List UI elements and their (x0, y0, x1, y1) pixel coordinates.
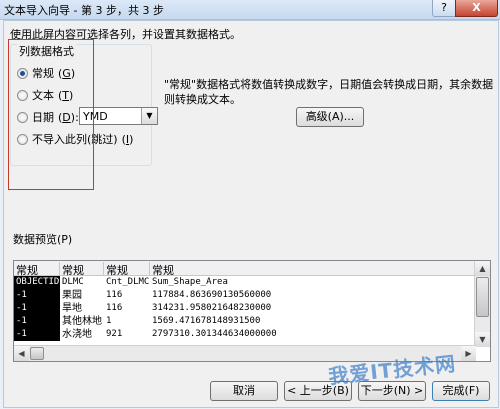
dialog-body: 使用此屏内容可选择各列，并设置其数据格式。 列数据格式 常规 (G) 文本 (T) … (3, 20, 499, 408)
date-format-value: YMD (83, 110, 108, 123)
vertical-scroll-thumb[interactable] (476, 277, 489, 317)
column-header[interactable]: 常规 (60, 262, 104, 277)
table-cell[interactable]: 314231.958021648230000 (150, 302, 460, 315)
dropdown-arrow-icon[interactable]: ▼ (141, 108, 157, 124)
radio-date-label: 日期 (32, 111, 54, 124)
radio-skip-label: 不导入此列(跳过) (32, 133, 118, 146)
table-cell[interactable]: Cnt_DLMC (104, 276, 150, 289)
radio-general[interactable]: 常规 (G) (17, 65, 75, 81)
next-button[interactable]: 下一步(N) > (358, 381, 426, 401)
table-cell[interactable]: 旱地 (60, 302, 104, 315)
cancel-button[interactable]: 取消 (210, 381, 278, 401)
column-header[interactable]: 常规 (14, 262, 60, 277)
radio-date-key: D (62, 110, 71, 124)
format-description: "常规"数据格式将数值转换成数字，日期值会转换成日期，其余数据则转换成文本。 (164, 78, 494, 106)
table-cell[interactable]: 2797310.301344634000000 (150, 328, 460, 341)
help-button[interactable]: ? (432, 0, 456, 17)
column-format-group: 列数据格式 常规 (G) 文本 (T) 日期 (D): YMD ▼ 不导入此列(跳过)… (10, 43, 158, 166)
finish-button[interactable]: 完成(F) (432, 381, 490, 401)
data-preview-grid: 常规 常规 常规 常规 OBJECTID DLMC Cnt_DLMC Sum_S… (13, 260, 491, 362)
radio-general-key: G (62, 66, 71, 80)
radio-text-key: T (62, 88, 70, 102)
table-row: -1 其他林地 1 1569.471678148931500 (14, 315, 474, 328)
radio-text[interactable]: 文本 (T) (17, 87, 73, 103)
radio-date[interactable]: 日期 (D): (17, 109, 79, 125)
advanced-button[interactable]: 高级(A)... (296, 107, 364, 127)
table-cell[interactable]: 116 (104, 289, 150, 302)
radio-date-circle[interactable] (17, 111, 28, 123)
date-format-select[interactable]: YMD ▼ (79, 107, 158, 125)
instruction-text: 使用此屏内容可选择各列，并设置其数据格式。 (10, 28, 241, 41)
table-row: OBJECTID DLMC Cnt_DLMC Sum_Shape_Area (14, 276, 474, 289)
radio-text-circle[interactable] (17, 89, 28, 101)
table-cell[interactable]: DLMC (60, 276, 104, 289)
table-cell[interactable]: 116 (104, 302, 150, 315)
horizontal-scroll-thumb[interactable] (30, 347, 44, 360)
radio-skip-key: I (125, 132, 130, 146)
table-cell[interactable]: 117884.863690130560000 (150, 289, 460, 302)
data-preview-label: 数据预览(P) (13, 233, 73, 246)
radio-general-circle[interactable] (17, 67, 28, 79)
preview-header-row: 常规 常规 常规 常规 (14, 261, 474, 277)
radio-general-label: 常规 (32, 67, 54, 80)
table-cell[interactable]: -1 (14, 328, 60, 341)
radio-text-label: 文本 (32, 89, 54, 102)
vertical-scrollbar[interactable]: ▲ ▼ (474, 261, 490, 347)
table-row: -1 旱地 116 314231.958021648230000 (14, 302, 474, 315)
radio-skip[interactable]: 不导入此列(跳过) (I) (17, 131, 133, 147)
column-header[interactable]: 常规 (150, 262, 474, 277)
scroll-up-icon[interactable]: ▲ (475, 261, 490, 276)
scroll-left-icon[interactable]: ◀ (14, 346, 29, 361)
title-bar: 文本导入向导 - 第 3 步，共 3 步 ? X (0, 0, 500, 20)
table-cell[interactable]: 1569.471678148931500 (150, 315, 460, 328)
back-button[interactable]: < 上一步(B) (284, 381, 352, 401)
table-row: -1 水浇地 921 2797310.301344634000000 (14, 328, 474, 341)
table-cell[interactable]: -1 (14, 302, 60, 315)
table-cell[interactable]: 1 (104, 315, 150, 328)
table-cell[interactable]: Sum_Shape_Area (150, 276, 460, 289)
scroll-down-icon[interactable]: ▼ (475, 332, 490, 347)
scroll-right-icon[interactable]: ▶ (461, 346, 476, 361)
table-row: -1 果园 116 117884.863690130560000 (14, 289, 474, 302)
table-cell[interactable]: 果园 (60, 289, 104, 302)
radio-skip-circle[interactable] (17, 133, 28, 145)
column-format-legend: 列数据格式 (17, 43, 76, 59)
horizontal-scrollbar[interactable]: ◀ ▶ (14, 345, 476, 361)
window-title: 文本导入向导 - 第 3 步，共 3 步 (4, 4, 164, 17)
table-cell[interactable]: 921 (104, 328, 150, 341)
table-cell[interactable]: -1 (14, 315, 60, 328)
table-cell[interactable]: 水浇地 (60, 328, 104, 341)
table-cell[interactable]: 其他林地 (60, 315, 104, 328)
table-cell[interactable]: OBJECTID (14, 276, 60, 289)
table-cell[interactable]: -1 (14, 289, 60, 302)
close-button[interactable]: X (455, 0, 498, 17)
column-header[interactable]: 常规 (104, 262, 150, 277)
